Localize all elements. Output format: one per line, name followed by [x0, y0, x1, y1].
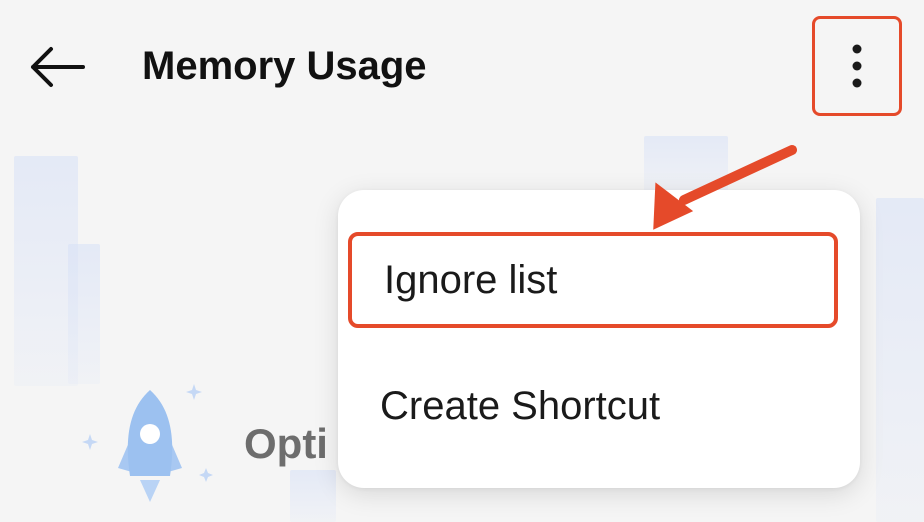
menu-item-ignore-list[interactable]: Ignore list	[348, 232, 838, 328]
background-bar	[876, 198, 924, 522]
rocket-illustration	[80, 380, 220, 510]
menu-item-create-shortcut[interactable]: Create Shortcut	[348, 358, 838, 454]
background-bar	[68, 244, 100, 384]
optimize-label: Opti	[244, 420, 328, 467]
background-bar	[290, 470, 336, 522]
overflow-menu: Ignore list Create Shortcut	[338, 190, 860, 488]
page-title: Memory Usage	[142, 44, 427, 88]
arrow-left-icon	[31, 47, 85, 87]
app-bar: Memory Usage	[0, 0, 924, 130]
more-vertical-icon	[852, 44, 862, 88]
background-bar	[644, 136, 728, 196]
rocket-icon	[82, 384, 213, 502]
back-button[interactable]	[24, 34, 90, 100]
more-options-button[interactable]	[812, 16, 902, 116]
